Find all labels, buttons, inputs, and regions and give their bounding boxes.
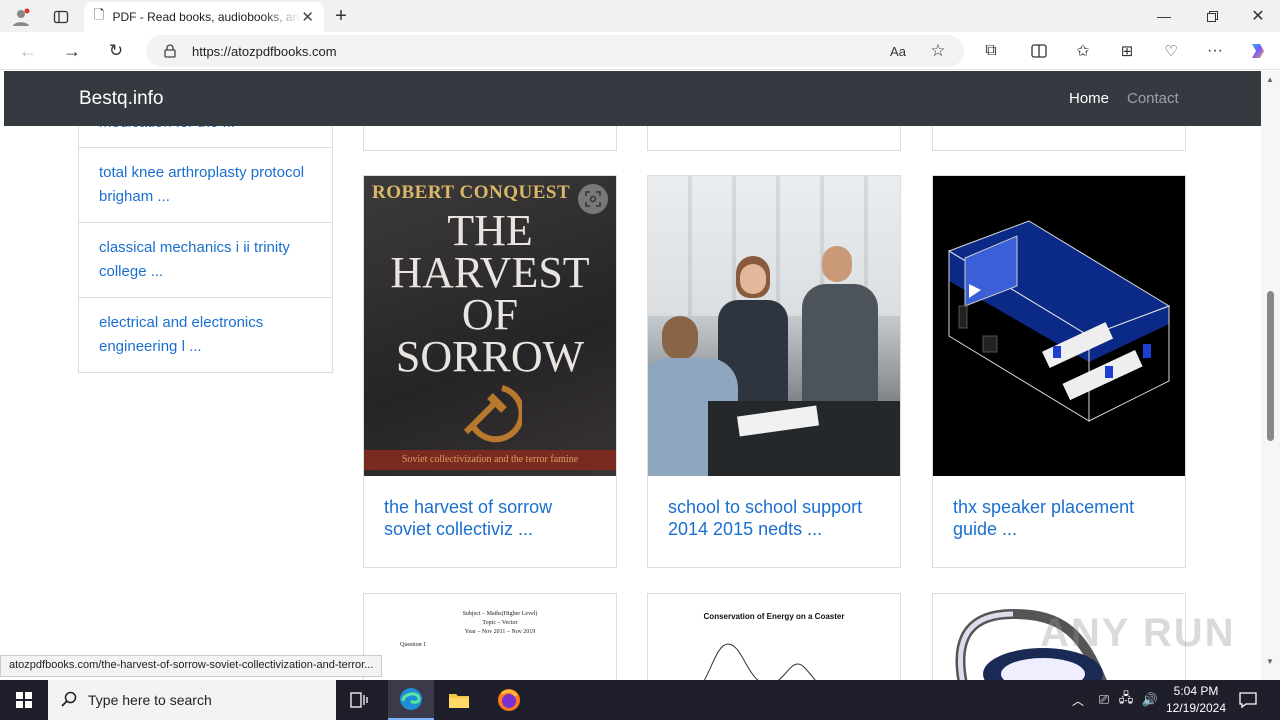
new-tab-icon[interactable]: + xyxy=(330,5,352,27)
restore-icon[interactable] xyxy=(1198,4,1226,28)
clock[interactable]: 5:04 PM 12/19/2024 xyxy=(1162,683,1230,717)
browser-essentials-icon[interactable]: ♡ xyxy=(1160,40,1182,62)
scroll-down-icon[interactable]: ▼ xyxy=(1266,657,1274,666)
file-explorer-icon[interactable] xyxy=(444,688,474,712)
collections-icon[interactable]: ⊞ xyxy=(1116,40,1138,62)
cover-subtitle: Soviet collectivization and the terror f… xyxy=(364,450,616,470)
math-question: Question 1 xyxy=(400,642,427,648)
refresh-icon[interactable]: ↻ xyxy=(104,40,128,62)
coaster-doc-title: Conservation of Energy on a Coaster xyxy=(703,612,845,621)
sidebar-list: medication for the ... total knee arthro… xyxy=(78,91,333,373)
sidebar-item[interactable]: total knee arthroplasty protocol brigham… xyxy=(79,147,332,222)
tab-title: PDF - Read books, audiobooks, and more xyxy=(112,10,301,24)
browser-titlebar: 🗋 PDF - Read books, audiobooks, and more… xyxy=(0,0,1280,32)
cover-author: ROBERT CONQUEST xyxy=(372,182,571,203)
search-placeholder: Type here to search xyxy=(88,692,212,708)
cover-title-line: OF xyxy=(461,290,519,339)
firefox-icon[interactable] xyxy=(494,687,524,713)
notifications-icon[interactable] xyxy=(1236,688,1260,712)
meeting-photo[interactable] xyxy=(648,176,900,476)
book-card[interactable]: Conservation of Energy on a Coaster xyxy=(647,593,901,680)
book-cover-image[interactable]: ROBERT CONQUEST THE HARVEST OF SORROW So… xyxy=(364,176,616,476)
tab-active[interactable]: 🗋 PDF - Read books, audiobooks, and more… xyxy=(84,2,324,32)
copilot-icon[interactable] xyxy=(1246,40,1270,62)
math-doc-topic: Topic – Vector xyxy=(482,620,518,626)
clock-time: 5:04 PM xyxy=(1173,684,1219,698)
book-card[interactable]: school to school support 2014 2015 nedts… xyxy=(647,175,901,568)
book-title-link[interactable]: school to school support 2014 2015 nedts… xyxy=(648,476,900,567)
lock-icon xyxy=(162,43,178,59)
cover-title-line: HARVEST xyxy=(390,248,590,297)
tab-actions-icon[interactable] xyxy=(50,6,72,28)
favorites-icon[interactable]: ✩ xyxy=(1072,40,1094,62)
address-bar[interactable]: https://atozpdfbooks.com Aa ☆ xyxy=(146,35,964,67)
minimize-icon[interactable]: — xyxy=(1150,4,1178,28)
url-text: https://atozpdfbooks.com xyxy=(192,43,337,59)
sidebar-item-label: classical mechanics i ii trinity college… xyxy=(99,239,290,280)
cover-title-line: THE xyxy=(447,206,533,255)
book-card[interactable]: thx speaker placement guide ... xyxy=(932,175,1186,568)
favorite-star-icon[interactable]: ☆ xyxy=(928,41,948,61)
math-doc-title: Subject – Maths(Higher Level) xyxy=(462,611,538,617)
extensions-icon[interactable]: ⧉ xyxy=(980,40,1002,62)
close-tab-icon[interactable]: ✕ xyxy=(301,8,314,26)
task-view-icon[interactable] xyxy=(345,688,373,712)
sidebar-item[interactable]: classical mechanics i ii trinity college… xyxy=(79,222,332,297)
page-content: Bestq.info Home Contact medication for t… xyxy=(0,71,1280,680)
status-bar-url: atozpdfbooks.com/the-harvest-of-sorrow-s… xyxy=(0,655,383,677)
sidebar-item-label: total knee arthroplasty protocol brigham… xyxy=(99,164,305,205)
scroll-thumb[interactable] xyxy=(1267,291,1274,441)
tray-device-icon[interactable]: ⎚ xyxy=(1094,690,1114,710)
math-doc-preview: Subject – Maths(Higher Level) Topic – Ve… xyxy=(450,610,550,637)
browser-toolbar: ← → ↻ https://atozpdfbooks.com Aa ☆ ⧉ ✩ … xyxy=(0,32,1280,70)
cover-title: THE HARVEST OF SORROW xyxy=(364,206,616,381)
taskbar: Type here to search ︿ ⎚ 🖧 🔊 5:04 PM 12/1… xyxy=(0,680,1280,720)
book-card[interactable]: ROBERT CONQUEST THE HARVEST OF SORROW So… xyxy=(363,175,617,568)
sidebar-item-label: electrical and electronics engineering l… xyxy=(99,314,264,355)
page-scrollbar[interactable]: ▲ ▼ xyxy=(1261,71,1280,680)
site-navbar: Bestq.info Home Contact xyxy=(4,71,1261,126)
read-aloud-icon[interactable]: Aa xyxy=(888,42,908,60)
nav-home[interactable]: Home xyxy=(1069,90,1109,107)
cover-title-line: SORROW xyxy=(395,332,585,381)
windows-start-icon[interactable] xyxy=(0,680,48,720)
room-diagram xyxy=(947,220,1171,422)
split-screen-icon[interactable] xyxy=(1028,40,1050,62)
book-card[interactable]: Subject – Maths(Higher Level) Topic – Ve… xyxy=(363,593,617,680)
site-brand[interactable]: Bestq.info xyxy=(79,88,164,110)
hammer-sickle-icon xyxy=(452,376,525,446)
scroll-up-icon[interactable]: ▲ xyxy=(1266,75,1274,84)
profile-icon[interactable] xyxy=(10,6,32,28)
speaker-diagram-image[interactable] xyxy=(933,176,1185,476)
book-title-link[interactable]: the harvest of sorrow soviet collectiviz… xyxy=(364,476,616,567)
search-icon xyxy=(60,690,78,708)
person-man-right xyxy=(798,246,878,406)
page-icon: 🗋 xyxy=(94,7,105,22)
tray-chevron-icon[interactable]: ︿ xyxy=(1068,690,1088,710)
taskbar-search[interactable]: Type here to search xyxy=(48,680,336,720)
more-menu-icon[interactable]: ··· xyxy=(1204,40,1226,62)
close-window-icon[interactable]: ✕ xyxy=(1244,4,1272,28)
back-icon[interactable]: ← xyxy=(16,40,40,62)
coaster-curve xyxy=(703,643,816,680)
nav-contact[interactable]: Contact xyxy=(1127,90,1179,107)
sidebar-item[interactable]: electrical and electronics engineering l… xyxy=(79,297,332,372)
math-doc-year: Year – Nov 2011 – Nov 2019 xyxy=(464,629,536,635)
book-title-link[interactable]: thx speaker placement guide ... xyxy=(933,476,1185,567)
edge-taskbar-icon[interactable] xyxy=(388,680,434,720)
network-icon[interactable]: 🖧 xyxy=(1116,690,1136,710)
clock-date: 12/19/2024 xyxy=(1165,701,1227,715)
volume-icon[interactable]: 🔊 xyxy=(1140,690,1160,710)
anyrun-watermark: ANY RUN xyxy=(1040,611,1236,655)
forward-icon[interactable]: → xyxy=(60,40,84,62)
